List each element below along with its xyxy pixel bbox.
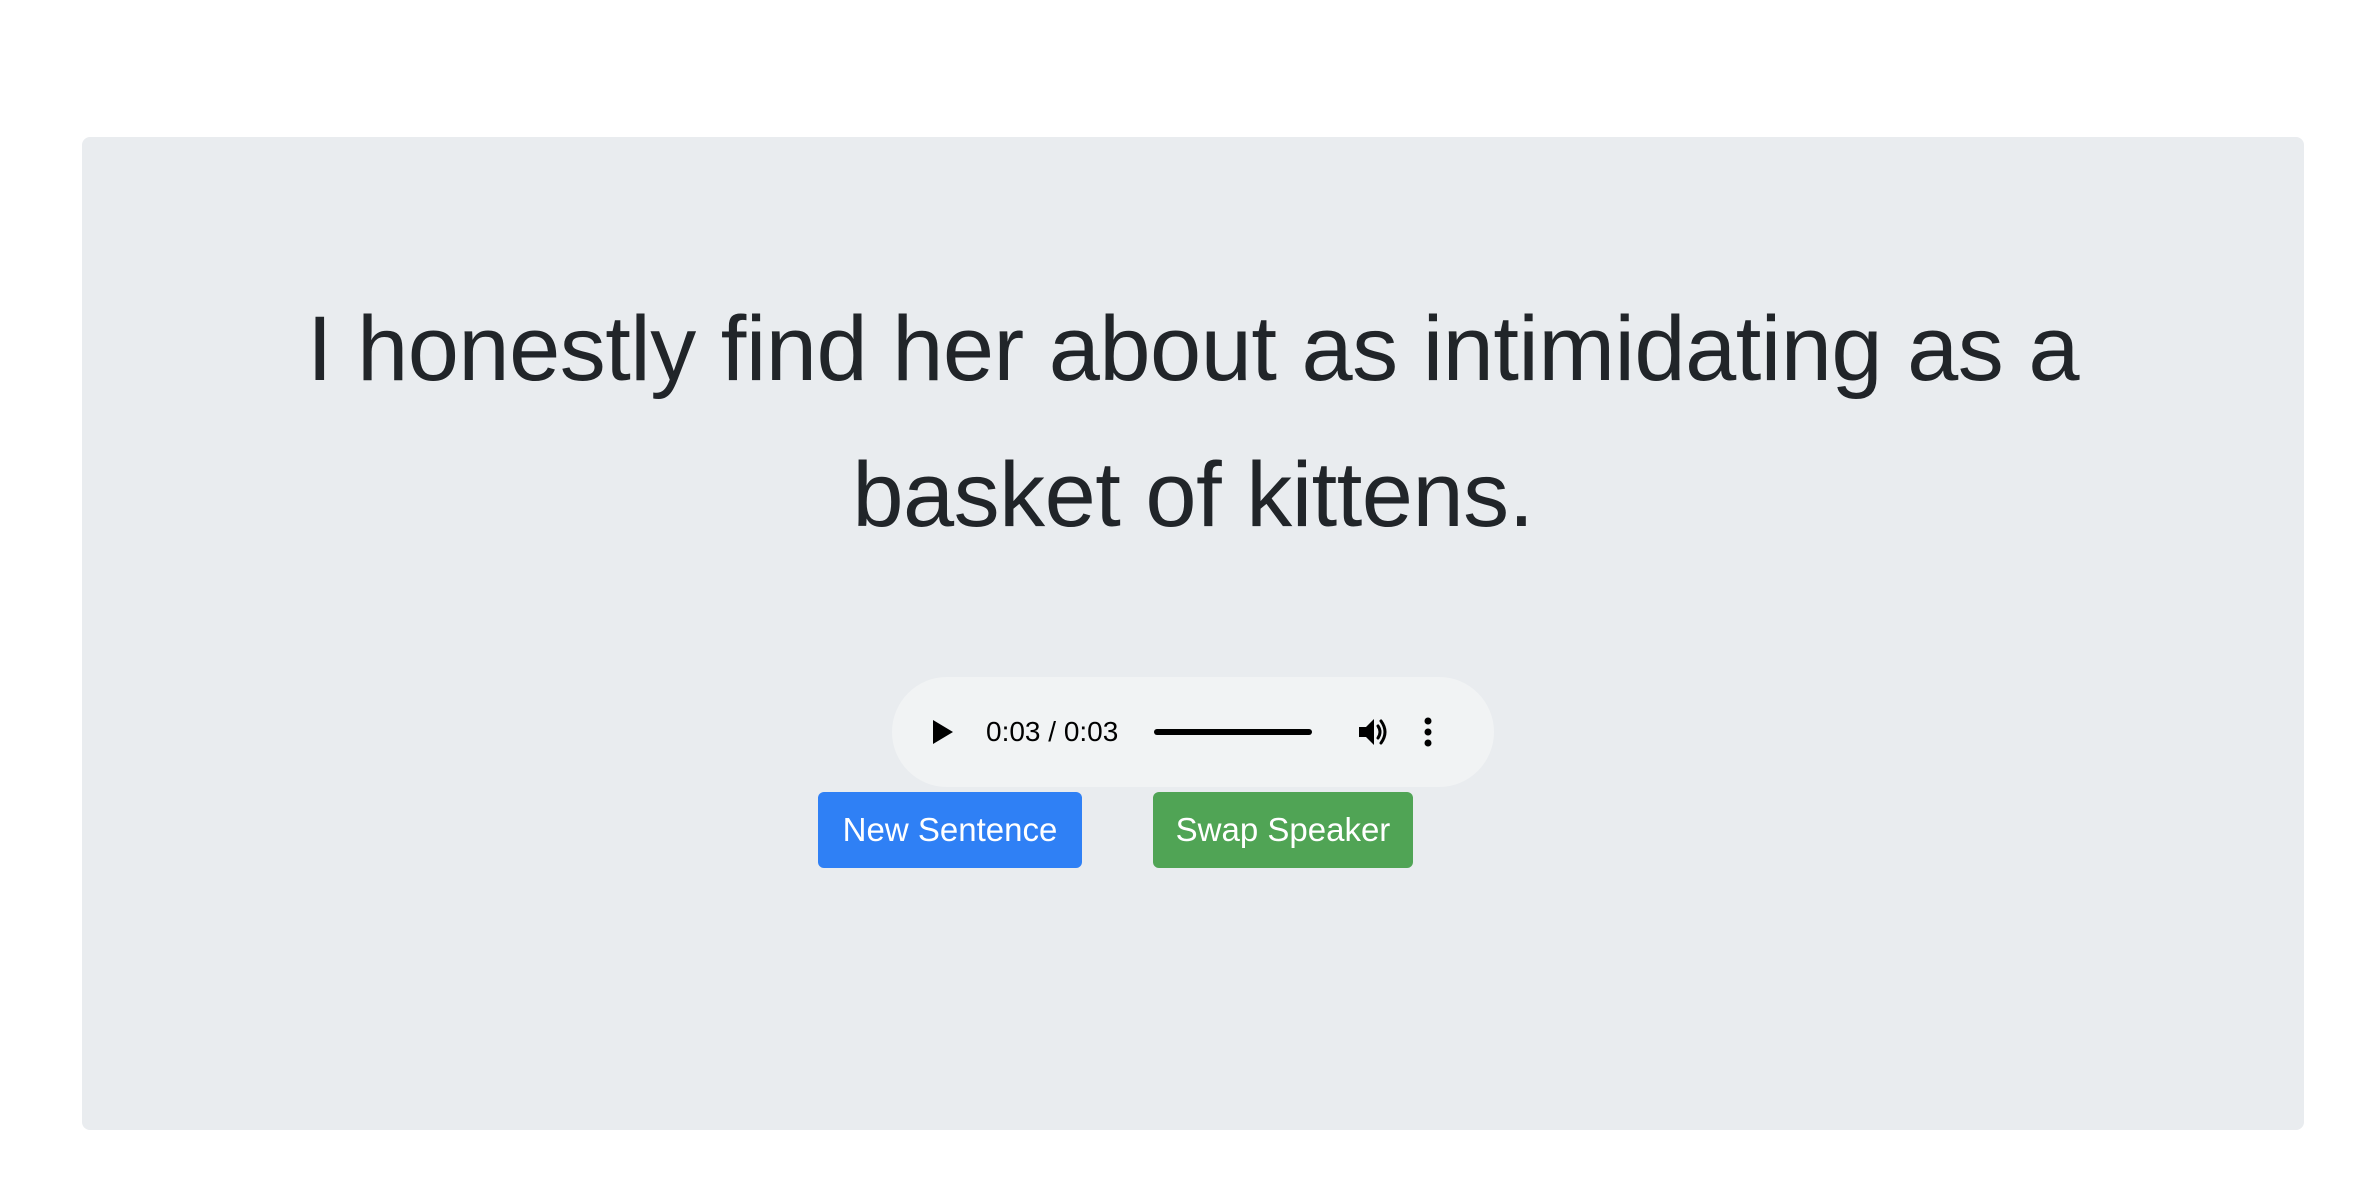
audio-time-display: 0:03 / 0:03 [986, 716, 1119, 747]
new-sentence-button[interactable]: New Sentence [818, 792, 1082, 868]
audio-player[interactable]: 0:03 / 0:03 [892, 677, 1494, 787]
audio-progress-fill [1154, 729, 1312, 735]
audio-progress-slider[interactable] [1154, 727, 1312, 737]
more-options-icon[interactable] [1422, 714, 1434, 750]
play-icon[interactable] [926, 716, 958, 748]
sentence-text: I honestly find her about as intimidatin… [306, 298, 2080, 546]
volume-icon[interactable] [1356, 714, 1392, 750]
swap-speaker-button[interactable]: Swap Speaker [1153, 792, 1413, 868]
jumbotron-panel: I honestly find her about as intimidatin… [82, 137, 2304, 1130]
